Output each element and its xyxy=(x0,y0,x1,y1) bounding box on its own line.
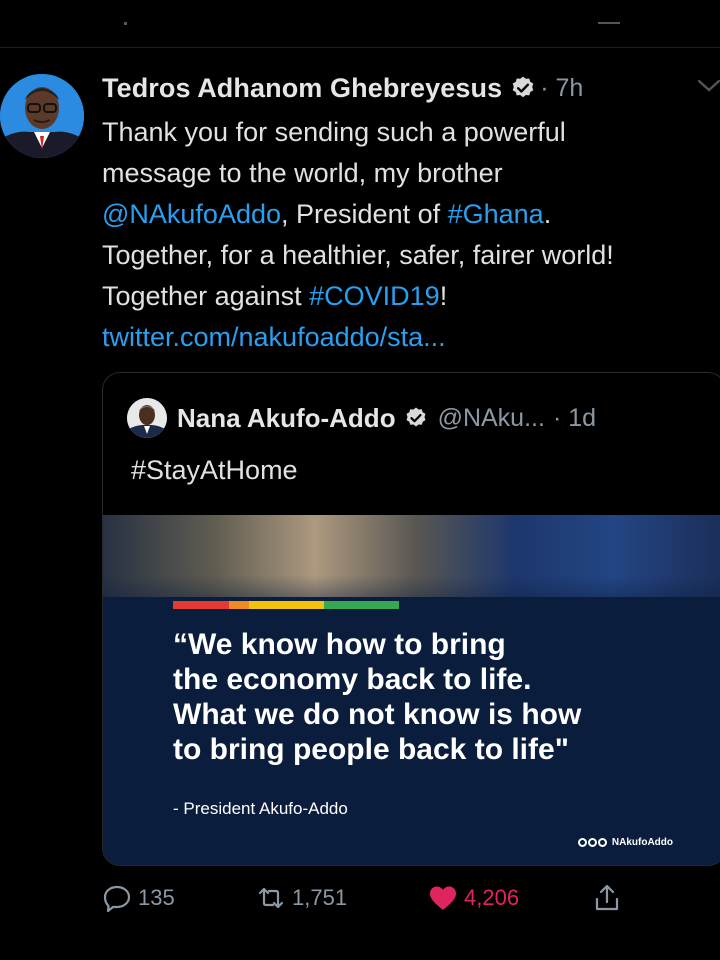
stripe-red xyxy=(173,601,229,609)
tweet[interactable]: Tedros Adhanom Ghebreyesus · 7h Thank yo… xyxy=(0,50,720,960)
author-avatar[interactable] xyxy=(0,74,84,158)
reply-count: 135 xyxy=(138,885,175,910)
tweet-header: Tedros Adhanom Ghebreyesus · 7h xyxy=(102,70,583,106)
stripe-yellow xyxy=(249,601,324,609)
share-icon xyxy=(595,884,619,911)
verified-badge-icon xyxy=(406,407,426,427)
author-name[interactable]: Tedros Adhanom Ghebreyesus xyxy=(102,73,502,104)
reply-button[interactable]: 135 xyxy=(102,876,175,920)
retweet-icon xyxy=(258,887,284,909)
hashtag-covid-link[interactable]: #COVID19 xyxy=(309,281,440,311)
quoted-tweet-image[interactable]: “We know how to bring the economy back t… xyxy=(103,515,720,865)
retweet-button[interactable]: 1,751 xyxy=(256,876,347,920)
tweet-timestamp[interactable]: · 7h xyxy=(540,74,583,103)
tweet-text: Thank you for sending such a powerful me… xyxy=(102,112,720,358)
tweet-text-fragment: . xyxy=(543,199,552,229)
flag-stripe xyxy=(173,601,399,609)
image-quote-line: “We know how to bring xyxy=(173,628,506,661)
tweet-text-line: Together, for a healthier, safer, fairer… xyxy=(102,240,614,270)
quoted-tweet-timestamp[interactable]: · 1d xyxy=(553,404,596,433)
tweet-text-fragment: Together against xyxy=(102,281,310,311)
stripe-green xyxy=(324,601,399,609)
tweet-text-line: Together against #COVID19! xyxy=(102,276,720,317)
tweet-text-fragment: ! xyxy=(439,281,448,311)
top-bar-divider xyxy=(124,22,127,25)
quoted-author-avatar[interactable] xyxy=(127,398,167,438)
top-bar-handle xyxy=(598,22,620,24)
tweet-text-line: Thank you for sending such a powerful xyxy=(102,117,566,147)
quoted-tweet-card[interactable]: Nana Akufo-Addo @NAku... · 1d #StayAtHom… xyxy=(102,372,720,866)
social-icons xyxy=(577,838,608,847)
like-count: 4,206 xyxy=(464,885,520,910)
mention-link[interactable]: @NAkufoAddo xyxy=(102,199,281,229)
hashtag-ghana-link[interactable]: #Ghana xyxy=(448,199,544,229)
tweet-actions: 135 1,751 4,206 xyxy=(102,876,642,920)
image-quote: “We know how to bring the economy back t… xyxy=(173,627,713,767)
quoted-tweet-text: #StayAtHome xyxy=(131,455,298,485)
verified-badge-icon xyxy=(512,76,534,98)
tweet-text-fragment: , President of xyxy=(281,199,448,229)
stripe-orange xyxy=(229,601,249,609)
top-bar xyxy=(0,0,720,48)
retweet-count: 1,751 xyxy=(292,885,348,910)
quoted-author-name[interactable]: Nana Akufo-Addo xyxy=(177,403,396,434)
url-link[interactable]: twitter.com/nakufoaddo/sta... xyxy=(102,317,720,358)
image-watermark: NAkufoAddo xyxy=(577,837,673,848)
image-quote-line: What we do not know is how xyxy=(173,698,582,731)
chevron-down-icon[interactable] xyxy=(696,78,720,94)
image-quote-line: to bring people back to life" xyxy=(173,733,569,766)
like-button[interactable]: 4,206 xyxy=(428,876,519,920)
share-button[interactable] xyxy=(592,876,622,920)
tweet-text-line: message to the world, my brother xyxy=(102,158,503,188)
tweet-text-line: @NAkufoAddo, President of #Ghana. xyxy=(102,194,720,235)
quoted-tweet-header: Nana Akufo-Addo @NAku... · 1d xyxy=(127,397,596,439)
watermark-handle: NAkufoAddo xyxy=(611,837,673,848)
image-attribution: - President Akufo-Addo xyxy=(173,799,348,818)
heart-icon xyxy=(430,886,456,910)
reply-icon xyxy=(103,885,131,913)
image-quote-line: the economy back to life. xyxy=(173,663,532,696)
quoted-author-handle[interactable]: @NAku... xyxy=(438,404,545,433)
